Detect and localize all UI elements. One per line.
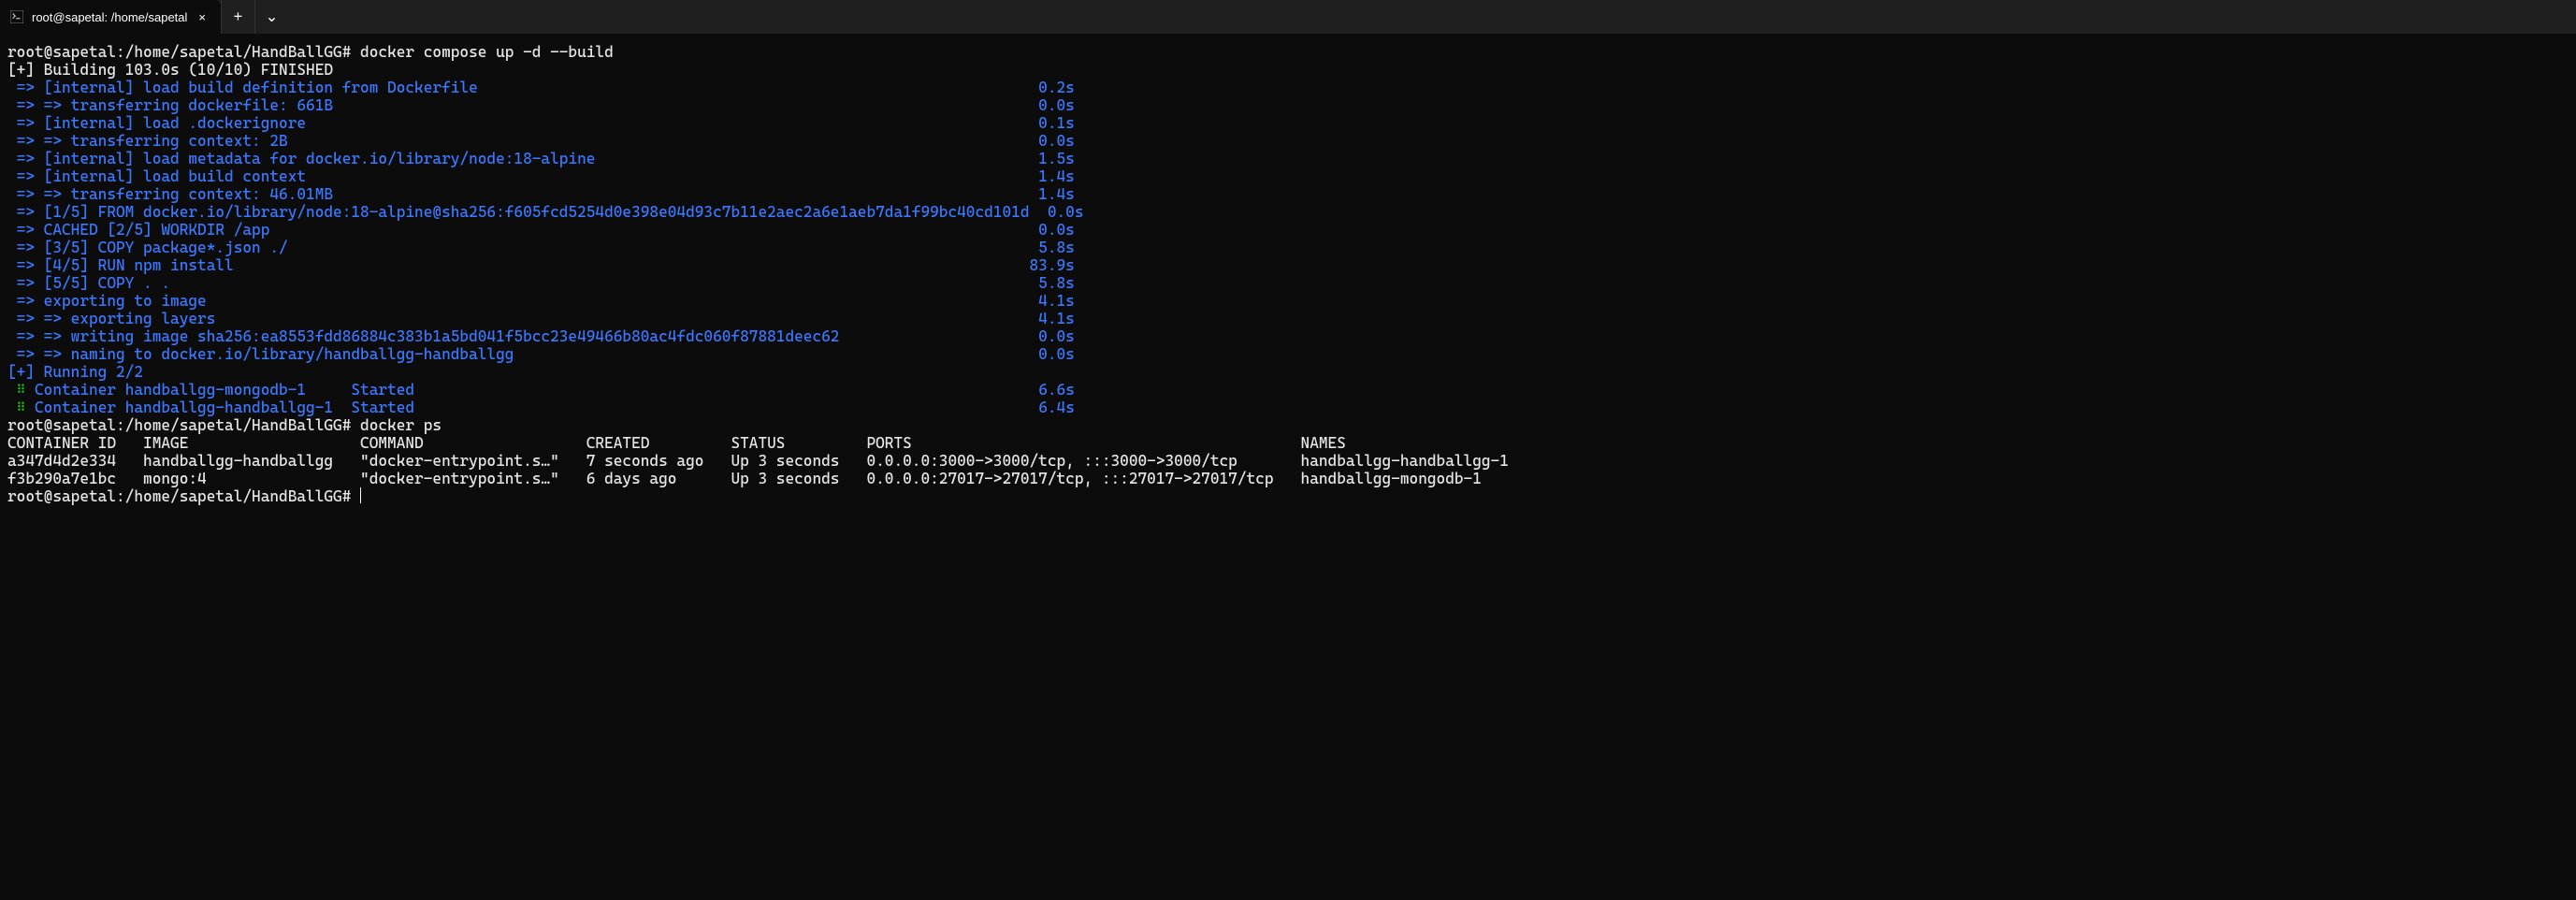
terminal-line: => [3/5] COPY package*.json ./ 5.8s — [7, 239, 2569, 256]
cursor — [360, 487, 361, 503]
terminal-line: ⠿ Container handballgg-handballgg-1 Star… — [7, 399, 2569, 416]
terminal-icon — [9, 9, 24, 24]
terminal-line: => [internal] load .dockerignore 0.1s — [7, 114, 2569, 132]
titlebar: root@sapetal: /home/sapetal × + ⌄ — [0, 0, 2576, 34]
terminal-line: [+] Building 103.0s (10/10) FINISHED — [7, 61, 2569, 79]
tab-title: root@sapetal: /home/sapetal — [32, 8, 187, 26]
terminal-line: => CACHED [2/5] WORKDIR /app 0.0s — [7, 221, 2569, 239]
terminal-line: [+] Running 2/2 — [7, 363, 2569, 381]
terminal-line: => [4/5] RUN npm install 83.9s — [7, 256, 2569, 274]
terminal-tab[interactable]: root@sapetal: /home/sapetal × — [0, 0, 221, 34]
terminal-line: => [1/5] FROM docker.io/library/node:18-… — [7, 203, 2569, 221]
terminal-line: => => transferring context: 2B 0.0s — [7, 132, 2569, 150]
terminal-line: root@sapetal:/home/sapetal/HandBallGG# d… — [7, 416, 2569, 434]
terminal-line: ⠿ Container handballgg-mongodb-1 Started… — [7, 381, 2569, 399]
new-tab-button[interactable]: + — [221, 0, 254, 34]
terminal-line: root@sapetal:/home/sapetal/HandBallGG# — [7, 487, 2569, 505]
tab-close-button[interactable]: × — [195, 8, 210, 26]
terminal-line: => exporting to image 4.1s — [7, 292, 2569, 310]
terminal-line: => => naming to docker.io/library/handba… — [7, 345, 2569, 363]
terminal-output[interactable]: root@sapetal:/home/sapetal/HandBallGG# d… — [0, 34, 2576, 505]
terminal-line: a347d4d2e334 handballgg-handballgg "dock… — [7, 452, 2569, 470]
terminal-line: => [internal] load metadata for docker.i… — [7, 150, 2569, 167]
terminal-line: f3b290a7e1bc mongo:4 "docker-entrypoint.… — [7, 470, 2569, 487]
terminal-line: => => exporting layers 4.1s — [7, 310, 2569, 327]
terminal-line: => [5/5] COPY . . 5.8s — [7, 274, 2569, 292]
terminal-line: CONTAINER ID IMAGE COMMAND CREATED STATU… — [7, 434, 2569, 452]
terminal-line: root@sapetal:/home/sapetal/HandBallGG# d… — [7, 43, 2569, 61]
tab-dropdown-button[interactable]: ⌄ — [254, 0, 288, 34]
terminal-line: => => writing image sha256:ea8553fdd8688… — [7, 327, 2569, 345]
terminal-line: => => transferring context: 46.01MB 1.4s — [7, 185, 2569, 203]
terminal-line: => [internal] load build definition from… — [7, 79, 2569, 96]
terminal-line: => => transferring dockerfile: 661B 0.0s — [7, 96, 2569, 114]
terminal-line: => [internal] load build context 1.4s — [7, 167, 2569, 185]
